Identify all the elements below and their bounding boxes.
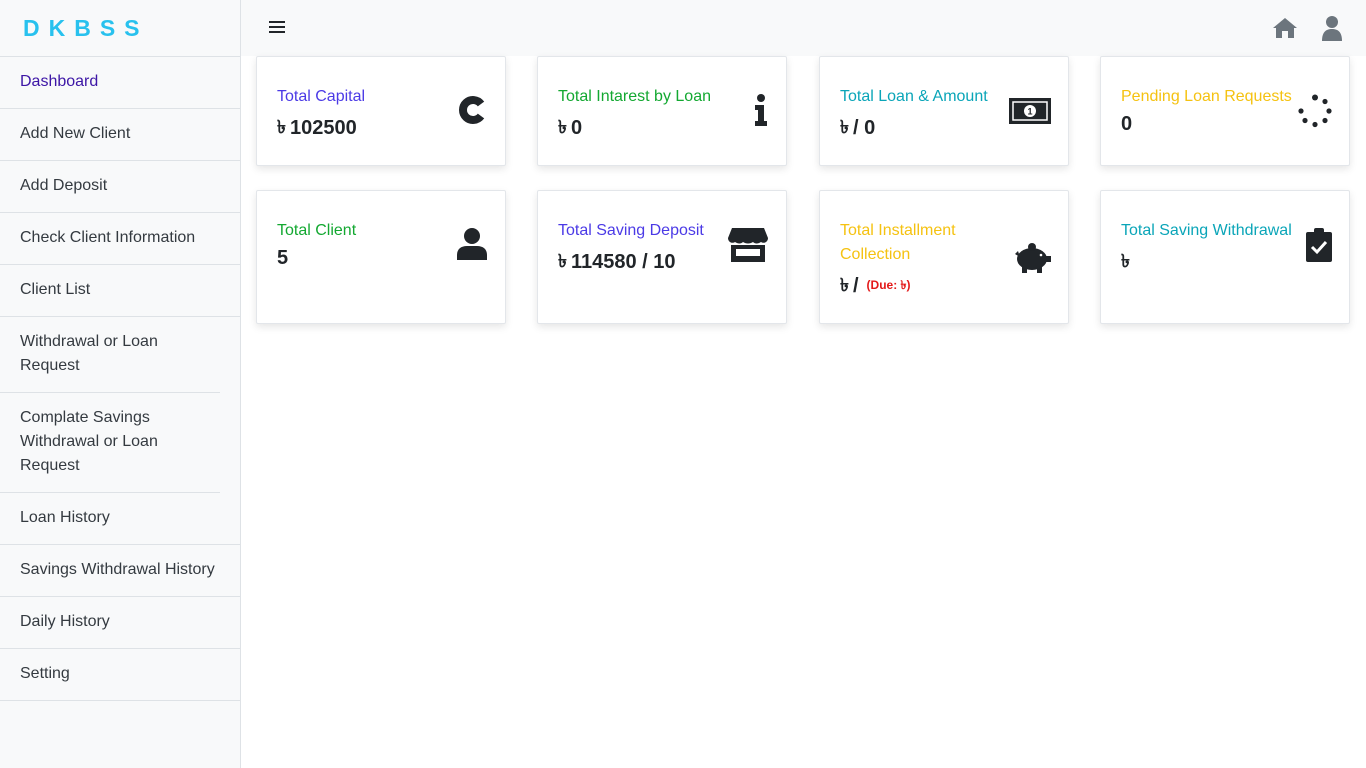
card-value: ৳ / 0 [840,113,875,144]
card-value: ৳ [1121,247,1130,278]
card-value: ৳ 114580 / 10 [558,247,676,278]
currency-symbol: ৳ [558,117,567,137]
card-total-client[interactable]: Total Client 5 [256,190,506,324]
sidebar-item-withdrawal-or-loan-request[interactable]: Withdrawal or Loan Request [0,317,220,393]
currency-symbol: ৳ [277,117,286,137]
piggy-bank-icon [1015,243,1051,273]
sidebar-item-dashboard[interactable]: Dashboard [0,57,240,109]
sidebar-item-client-list[interactable]: Client List [0,265,240,317]
card-title: Total Saving Deposit [558,222,704,239]
card-value: 0 [1121,113,1132,136]
topbar [241,0,1366,56]
copyright-c-icon [459,96,485,124]
card-title: Total Saving Withdrawal [1121,222,1292,239]
brand-logo[interactable]: DKBSS [0,0,240,57]
card-total-saving-deposit[interactable]: Total Saving Deposit ৳ 114580 / 10 [537,190,787,324]
pending-loan-value: 0 [1121,113,1133,135]
sidebar-item-complete-savings-withdrawal[interactable]: Complate Savings Withdrawal or Loan Requ… [0,393,220,493]
store-icon [728,228,768,262]
card-total-saving-withdrawal[interactable]: Total Saving Withdrawal ৳ [1100,190,1350,324]
money-bill-icon: 1 [1009,98,1051,124]
total-capital-value: 102500 [289,117,357,139]
card-total-loan[interactable]: Total Loan & Amount ৳ / 0 1 [819,56,1069,166]
total-interest-value: 0 [570,117,583,139]
card-total-interest[interactable]: Total Intarest by Loan ৳ 0 [537,56,787,166]
svg-text:1: 1 [1027,107,1032,117]
card-title: Total Installment Collection [840,222,956,263]
card-title: Total Loan & Amount [840,88,988,105]
card-value: 5 [277,247,288,270]
sidebar-item-add-deposit[interactable]: Add Deposit [0,161,240,213]
sidebar: DKBSS Dashboard Add New Client Add Depos… [0,0,241,768]
due-amount: (Due: ৳) [866,277,911,292]
hamburger-icon[interactable] [269,21,285,35]
currency-symbol: ৳ [558,251,567,271]
sidebar-item-loan-history[interactable]: Loan History [0,493,240,545]
spinner-icon [1298,94,1332,128]
card-title: Total Capital [277,88,366,105]
currency-symbol: ৳ [1121,251,1130,271]
clipboard-check-icon [1306,228,1332,262]
total-loan-value: / 0 [852,117,876,139]
card-value: ৳ 102500 [277,113,357,144]
user-icon[interactable] [1321,15,1343,41]
sidebar-item-check-client-information[interactable]: Check Client Information [0,213,240,265]
card-total-installment-collection[interactable]: Total Installment Collection ৳ / (Due: ৳… [819,190,1069,324]
sidebar-item-add-new-client[interactable]: Add New Client [0,109,240,161]
total-installment-value: / [852,275,859,297]
user-icon [457,228,487,260]
brand-name[interactable]: DKBSS [23,15,149,42]
card-title: Pending Loan Requests [1121,88,1292,105]
total-client-value: 5 [277,247,289,269]
currency-symbol: ৳ [840,275,849,295]
card-value: ৳ / (Due: ৳) [840,271,911,302]
card-title: Total Client [277,222,357,239]
sidebar-item-savings-withdrawal-history[interactable]: Savings Withdrawal History [0,545,240,597]
total-saving-deposit-value: 114580 / 10 [570,251,676,273]
currency-symbol: ৳ [840,117,849,137]
card-title: Total Intarest by Loan [558,88,711,105]
card-pending-loan-requests[interactable]: Pending Loan Requests 0 [1100,56,1350,166]
sidebar-item-setting[interactable]: Setting [0,649,240,701]
info-icon [755,94,767,126]
card-total-capital[interactable]: Total Capital ৳ 102500 [256,56,506,166]
card-value: ৳ 0 [558,113,582,144]
home-icon[interactable] [1272,16,1298,40]
sidebar-item-daily-history[interactable]: Daily History [0,597,240,649]
